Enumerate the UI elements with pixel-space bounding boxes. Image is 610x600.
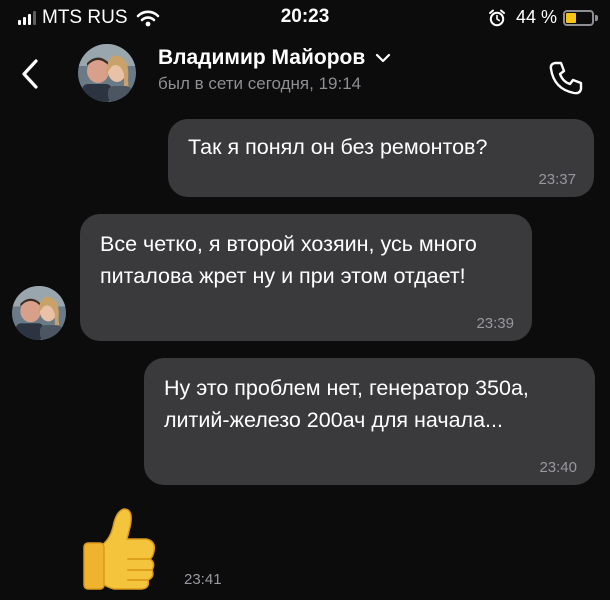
message-bubble-outgoing[interactable]: Так я понял он без ремонтов? 23:37: [168, 119, 594, 197]
message-text: Все четко, я второй хозяин, усь много пи…: [100, 232, 477, 289]
message-time: 23:37: [538, 170, 576, 188]
back-chevron-icon[interactable]: [16, 56, 46, 92]
contact-avatar[interactable]: [78, 44, 136, 102]
message-time: 23:41: [184, 571, 222, 588]
phone-icon[interactable]: [546, 58, 586, 98]
chat-header: Владимир Майоров был в сети сегодня, 19:…: [0, 34, 610, 114]
status-right: 44 %: [488, 7, 598, 28]
status-bar: MTS RUS 20:23 44 %: [0, 0, 610, 34]
message-text: Так я понял он без ремонтов?: [188, 135, 488, 159]
sender-avatar[interactable]: [12, 286, 66, 340]
thumbs-up-icon[interactable]: [80, 505, 160, 590]
contact-name: Владимир Майоров: [158, 46, 366, 69]
alarm-icon: [488, 9, 505, 26]
message-time: 23:39: [476, 314, 514, 332]
message-bubble-outgoing[interactable]: Ну это проблем нет, генератор 350а, лити…: [144, 358, 595, 485]
battery-tip: [595, 14, 598, 21]
chevron-down-icon[interactable]: [375, 53, 391, 63]
message-time: 23:40: [539, 458, 577, 476]
contact-name-row[interactable]: Владимир Майоров: [158, 46, 391, 70]
contact-last-seen: был в сети сегодня, 19:14: [158, 74, 362, 93]
contact-info[interactable]: Владимир Майоров был в сети сегодня, 19:…: [158, 46, 391, 94]
battery-level-fill: [566, 12, 576, 23]
battery-icon: [563, 9, 594, 26]
message-bubble-incoming[interactable]: Все четко, я второй хозяин, усь много пи…: [80, 214, 532, 341]
battery-percent: 44 %: [515, 7, 557, 27]
message-text: Ну это проблем нет, генератор 350а, лити…: [164, 376, 529, 433]
